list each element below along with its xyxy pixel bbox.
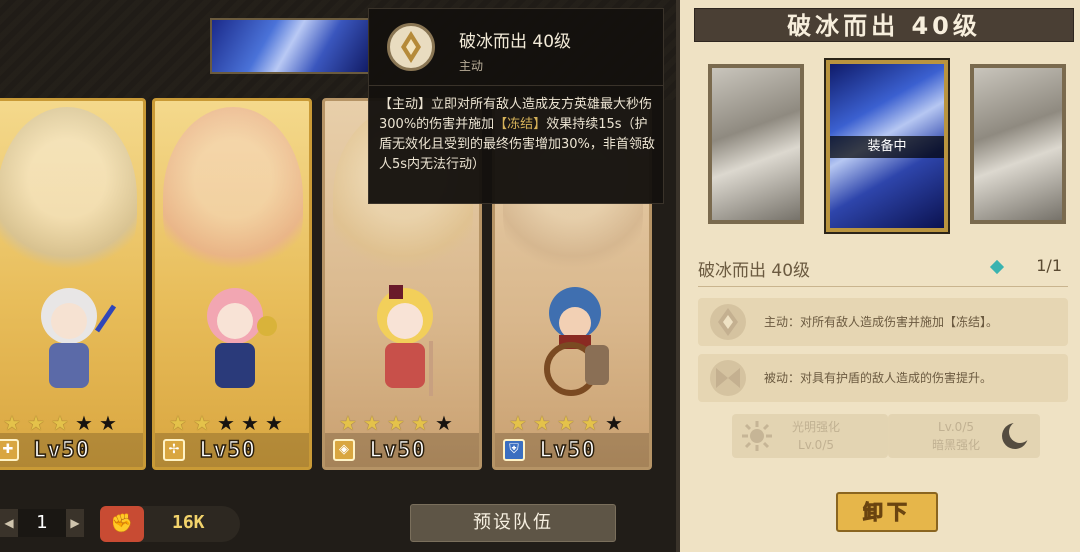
divider <box>369 85 663 86</box>
hero-chibi <box>207 288 277 388</box>
mage-icon: ◈ <box>333 439 355 461</box>
star-filled-icon: ★ <box>363 411 381 435</box>
star-empty-icon: ★ <box>435 411 453 435</box>
dark-boost-text: Lv.0/5 暗黑强化 <box>932 418 980 454</box>
shield-icon: ⛨ <box>503 439 525 461</box>
light-boost-level: Lv.0/5 <box>798 438 834 452</box>
sun-icon <box>742 421 772 451</box>
star-empty-icon: ★ <box>241 411 259 435</box>
skill-name: 破冰而出 40级 <box>698 261 811 281</box>
star-filled-icon: ★ <box>411 411 429 435</box>
hero-chibi <box>544 287 609 396</box>
hero-portrait <box>0 107 137 287</box>
dark-boost-level: Lv.0/5 <box>938 420 974 434</box>
page-number: 1 <box>18 509 66 537</box>
fist-icon: ✊ <box>100 506 144 542</box>
diamond-icon <box>989 259 1005 275</box>
unequip-button[interactable]: 卸下 <box>836 492 938 532</box>
moon-icon <box>1002 421 1031 449</box>
star-empty-icon: ★ <box>99 411 117 435</box>
star-filled-icon: ★ <box>27 411 45 435</box>
star-rating: ★ ★ ★ ★ ★ <box>339 413 455 433</box>
hero-chibi <box>377 285 433 396</box>
skill-banner-image[interactable] <box>210 18 370 74</box>
star-empty-icon: ★ <box>75 411 93 435</box>
hero-card[interactable]: ★ ★ ★ ★ ★ ✢ Lv50 <box>152 98 312 470</box>
dark-boost-label: 暗黑强化 <box>932 438 981 452</box>
star-filled-icon: ★ <box>51 411 69 435</box>
light-boost-text: 光明强化 Lv.0/5 <box>792 418 840 454</box>
star-empty-icon: ★ <box>217 411 235 435</box>
star-empty-icon: ★ <box>265 411 283 435</box>
tooltip-type: 主动 <box>459 59 484 73</box>
dark-boost: Lv.0/5 暗黑强化 <box>888 414 1040 458</box>
star-filled-icon: ★ <box>509 411 527 435</box>
team-power: ✊ 16K <box>100 506 240 542</box>
team-panel: ★ ★ ★ ★ ★ ✚ Lv50 ★ ★ ★ ★ ★ ✢ Lv50 ★ ★ ★ … <box>0 0 676 552</box>
hero-level: Lv50 <box>198 437 256 464</box>
star-filled-icon: ★ <box>581 411 599 435</box>
star-filled-icon: ★ <box>339 411 357 435</box>
skill-detail-panel: 破冰而出 40级 装备中 破冰而出 40级 1/1 主动：对所有敌人造成伤害并施… <box>676 0 1080 552</box>
star-filled-icon: ★ <box>387 411 405 435</box>
star-filled-icon: ★ <box>533 411 551 435</box>
passive-effect-text: 被动：对具有护盾的敌人造成的伤害提升。 <box>764 371 993 385</box>
skill-info-row: 破冰而出 40级 1/1 <box>698 256 1068 281</box>
freeze-keyword: 【冻结】 <box>494 117 547 132</box>
skill-card-right[interactable] <box>970 64 1066 224</box>
passive-effect-row: 被动：对具有护盾的敌人造成的伤害提升。 <box>698 354 1068 402</box>
star-filled-icon: ★ <box>169 411 187 435</box>
page-selector: ◀ 1 ▶ <box>0 506 84 540</box>
active-effect-text: 主动：对所有敌人造成伤害并施加【冻结】。 <box>764 315 999 329</box>
skill-card-equipped[interactable]: 装备中 <box>826 60 948 232</box>
star-rating: ★ ★ ★ ★ ★ <box>3 413 119 433</box>
rune-active-icon <box>710 304 746 340</box>
divider <box>698 286 1068 287</box>
skill-tooltip: 破冰而出 40级 主动 【主动】立即对所有敌人造成友方英雄最大秒伤300%的伤害… <box>368 8 664 204</box>
hero-portrait <box>163 107 303 287</box>
support-icon: ✚ <box>0 439 19 461</box>
skill-card-carousel: 装备中 <box>708 60 1068 236</box>
power-value: 16K <box>172 512 205 533</box>
star-filled-icon: ★ <box>3 411 21 435</box>
prev-page-button[interactable]: ◀ <box>0 509 18 537</box>
skill-rune-icon <box>387 23 435 71</box>
hero-level: Lv50 <box>368 437 426 464</box>
star-rating: ★ ★ ★ ★ ★ <box>169 413 285 433</box>
preset-team-button[interactable]: 预设队伍 <box>410 504 616 542</box>
star-filled-icon: ★ <box>557 411 575 435</box>
equipped-label: 装备中 <box>830 136 944 158</box>
hero-card[interactable]: ★ ★ ★ ★ ★ ✚ Lv50 <box>0 98 146 470</box>
star-empty-icon: ★ <box>605 411 623 435</box>
skill-card-left[interactable] <box>708 64 804 224</box>
healer-icon: ✢ <box>163 439 185 461</box>
next-page-button[interactable]: ▶ <box>66 509 84 537</box>
panel-title: 破冰而出 40级 <box>694 8 1074 42</box>
active-effect-row: 主动：对所有敌人造成伤害并施加【冻结】。 <box>698 298 1068 346</box>
rune-passive-icon <box>710 360 746 396</box>
star-filled-icon: ★ <box>193 411 211 435</box>
light-boost: 光明强化 Lv.0/5 <box>732 414 888 458</box>
tooltip-description: 【主动】立即对所有敌人造成友方英雄最大秒伤300%的伤害并施加【冻结】效果持续1… <box>379 95 659 175</box>
hero-chibi <box>41 288 117 388</box>
star-rating: ★ ★ ★ ★ ★ <box>509 413 625 433</box>
hero-level: Lv50 <box>538 437 596 464</box>
hero-level: Lv50 <box>32 437 90 464</box>
tooltip-title: 破冰而出 40级 <box>459 32 572 52</box>
light-boost-label: 光明强化 <box>792 420 841 434</box>
skill-count: 1/1 <box>1036 256 1062 275</box>
